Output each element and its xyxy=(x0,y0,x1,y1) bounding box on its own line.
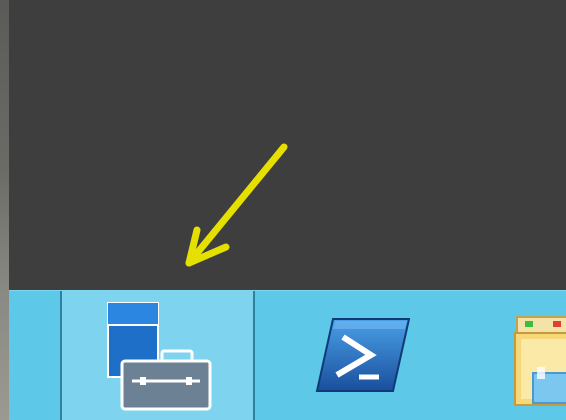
powershell-icon xyxy=(315,318,411,392)
taskbar-button-powershell[interactable] xyxy=(255,291,455,420)
taskbar-button-file-explorer[interactable] xyxy=(509,291,566,420)
server-manager-icon xyxy=(107,302,212,411)
screenshot xyxy=(0,0,566,420)
annotation-arrow xyxy=(185,143,288,267)
folder-icon xyxy=(514,316,566,406)
taskbar-button-server-manager[interactable] xyxy=(60,291,255,420)
taskbar xyxy=(9,290,566,420)
